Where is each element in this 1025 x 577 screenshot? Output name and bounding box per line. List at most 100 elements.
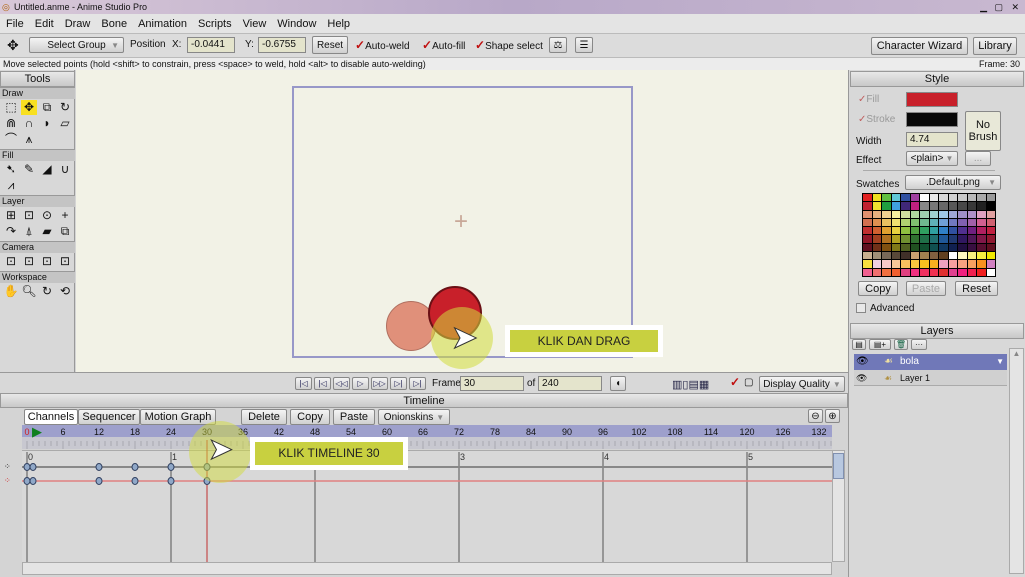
swatch[interactable] (891, 235, 900, 243)
swatch[interactable] (948, 243, 957, 252)
keyframe[interactable] (29, 463, 37, 471)
add-layer-icon[interactable]: ▤+ (869, 339, 891, 350)
swatches-dropdown[interactable]: .Default.png ▼ (905, 175, 1001, 190)
keyframe[interactable] (95, 477, 103, 485)
swatch[interactable] (929, 235, 938, 243)
swatch-grid[interactable] (862, 193, 996, 277)
copy-style-button[interactable]: Copy (858, 281, 898, 296)
swatch[interactable] (872, 235, 881, 243)
keyframe[interactable] (23, 477, 31, 485)
swatch[interactable] (872, 243, 881, 252)
visibility-eye-icon[interactable]: 👁︎ (856, 354, 869, 370)
swatch[interactable] (920, 194, 929, 202)
swatch[interactable] (967, 243, 976, 252)
swatch[interactable] (939, 235, 948, 243)
swatch[interactable] (901, 252, 910, 260)
swatch[interactable] (977, 210, 986, 218)
swatch[interactable] (863, 235, 872, 243)
swatch[interactable] (882, 235, 891, 243)
swatch[interactable] (929, 252, 938, 260)
swatch[interactable] (891, 243, 900, 252)
keyframe[interactable] (167, 463, 175, 471)
swatch[interactable] (872, 252, 881, 260)
swatch[interactable] (958, 210, 967, 218)
swatch[interactable] (986, 268, 995, 276)
swatch[interactable] (958, 268, 967, 276)
swatch[interactable] (977, 218, 986, 227)
swatch[interactable] (910, 260, 919, 268)
swatch[interactable] (948, 260, 957, 268)
swatch[interactable] (929, 194, 938, 202)
swatch[interactable] (948, 227, 957, 235)
layer-options-icon[interactable]: ··· (911, 339, 927, 350)
swatch[interactable] (872, 260, 881, 268)
swatch[interactable] (882, 210, 891, 218)
swatch[interactable] (872, 268, 881, 276)
swatch[interactable] (929, 210, 938, 218)
no-brush-button[interactable]: No Brush (965, 111, 1001, 151)
swatch[interactable] (939, 268, 948, 276)
swatch[interactable] (863, 252, 872, 260)
swatch[interactable] (929, 202, 938, 210)
width-input[interactable]: 4.74 (906, 132, 958, 147)
swatch[interactable] (939, 194, 948, 202)
paste-style-button[interactable]: Paste (906, 281, 946, 296)
swatch[interactable] (901, 194, 910, 202)
swatch[interactable] (872, 210, 881, 218)
swatch[interactable] (920, 243, 929, 252)
layers-scrollbar[interactable]: ▲ (1009, 348, 1024, 574)
swatch[interactable] (948, 194, 957, 202)
stroke-color-swatch[interactable] (906, 112, 958, 127)
swatch[interactable] (863, 227, 872, 235)
swatch[interactable] (958, 194, 967, 202)
swatch[interactable] (882, 218, 891, 227)
swatch[interactable] (977, 202, 986, 210)
swatch[interactable] (977, 252, 986, 260)
swatch[interactable] (977, 268, 986, 276)
swatch[interactable] (891, 268, 900, 276)
fill-checkbox[interactable]: ✓Fill (858, 94, 879, 105)
swatch[interactable] (939, 210, 948, 218)
swatch[interactable] (986, 202, 995, 210)
swatch[interactable] (939, 227, 948, 235)
swatch[interactable] (977, 235, 986, 243)
swatch[interactable] (986, 260, 995, 268)
swatch[interactable] (910, 227, 919, 235)
swatch[interactable] (891, 218, 900, 227)
swatch[interactable] (891, 210, 900, 218)
swatch[interactable] (863, 243, 872, 252)
swatch[interactable] (986, 252, 995, 260)
swatch[interactable] (986, 218, 995, 227)
swatch[interactable] (891, 202, 900, 210)
swatch[interactable] (948, 235, 957, 243)
swatch[interactable] (929, 268, 938, 276)
swatch[interactable] (901, 202, 910, 210)
swatch[interactable] (882, 252, 891, 260)
swatch[interactable] (910, 235, 919, 243)
swatch[interactable] (958, 260, 967, 268)
swatch[interactable] (910, 252, 919, 260)
reset-style-button[interactable]: Reset (955, 281, 998, 296)
fill-color-swatch[interactable] (906, 92, 958, 107)
swatch[interactable] (929, 227, 938, 235)
swatch[interactable] (967, 252, 976, 260)
stroke-checkbox[interactable]: ✓Stroke (858, 114, 895, 125)
swatch[interactable] (872, 202, 881, 210)
chevron-down-icon[interactable]: ▼ (996, 354, 1004, 370)
swatch[interactable] (920, 227, 929, 235)
swatch[interactable] (882, 202, 891, 210)
swatch[interactable] (967, 194, 976, 202)
swatch[interactable] (901, 268, 910, 276)
swatch[interactable] (891, 260, 900, 268)
swatch[interactable] (920, 252, 929, 260)
swatch[interactable] (920, 268, 929, 276)
swatch[interactable] (967, 202, 976, 210)
character-wizard-button[interactable]: Character Wizard (871, 37, 968, 55)
swatch[interactable] (939, 243, 948, 252)
swatch[interactable] (967, 260, 976, 268)
swatch[interactable] (948, 268, 957, 276)
keyframe[interactable] (131, 477, 139, 485)
swatch[interactable] (948, 218, 957, 227)
library-button[interactable]: Library (973, 37, 1017, 55)
visibility-eye-icon[interactable]: 👁︎ (856, 370, 867, 386)
